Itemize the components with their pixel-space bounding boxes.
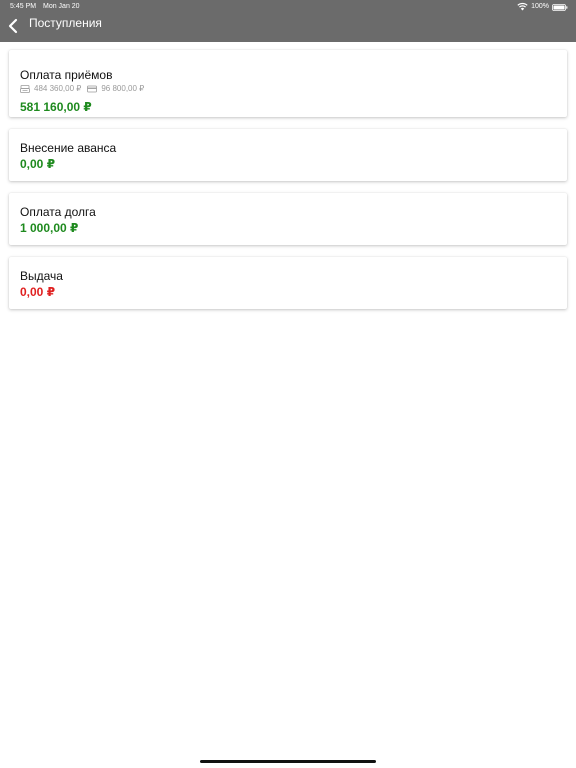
- status-bar: 5:45 PM Mon Jan 20 100%: [0, 0, 576, 13]
- card-amount: 0,00 ₽: [20, 157, 56, 171]
- top-bar: 5:45 PM Mon Jan 20 100% Поступления: [0, 0, 576, 42]
- card-amount: 581 160,00 ₽: [20, 100, 92, 114]
- status-time: 5:45 PM: [10, 3, 37, 10]
- payment-breakdown: 484 360,00 ₽ 96 800,00 ₽: [20, 84, 144, 94]
- card-payout[interactable]: Выдача 0,00 ₽: [9, 257, 567, 309]
- credit-card-icon: [87, 85, 98, 93]
- chevron-left-icon: [8, 18, 18, 39]
- card-amount: 1 000,00 ₽: [20, 221, 79, 235]
- card-appointment-payment[interactable]: Оплата приёмов 484 360,00 ₽ 96 800,00 ₽ …: [9, 50, 567, 117]
- card-title: Оплата приёмов: [20, 68, 113, 82]
- card-advance-deposit[interactable]: Внесение аванса 0,00 ₽: [9, 129, 567, 181]
- card-amount: 0,00 ₽: [20, 285, 56, 299]
- battery-icon: [552, 3, 568, 11]
- card-debt-payment[interactable]: Оплата долга 1 000,00 ₽: [9, 193, 567, 245]
- status-date: Mon Jan 20: [43, 3, 80, 10]
- card-title: Внесение аванса: [20, 141, 117, 155]
- navigation-bar: Поступления: [0, 13, 576, 42]
- card-payment-amount: 96 800,00 ₽: [101, 84, 145, 93]
- back-button[interactable]: [4, 17, 22, 39]
- card-title: Выдача: [20, 269, 63, 283]
- home-indicator[interactable]: [200, 760, 376, 763]
- status-indicators: 100%: [517, 0, 568, 13]
- battery-percent: 100%: [531, 3, 549, 10]
- card-title: Оплата долга: [20, 205, 96, 219]
- wifi-icon: [517, 2, 528, 11]
- page-title: Поступления: [29, 16, 102, 30]
- cash-register-icon: [20, 85, 30, 93]
- cash-amount: 484 360,00 ₽: [34, 84, 82, 93]
